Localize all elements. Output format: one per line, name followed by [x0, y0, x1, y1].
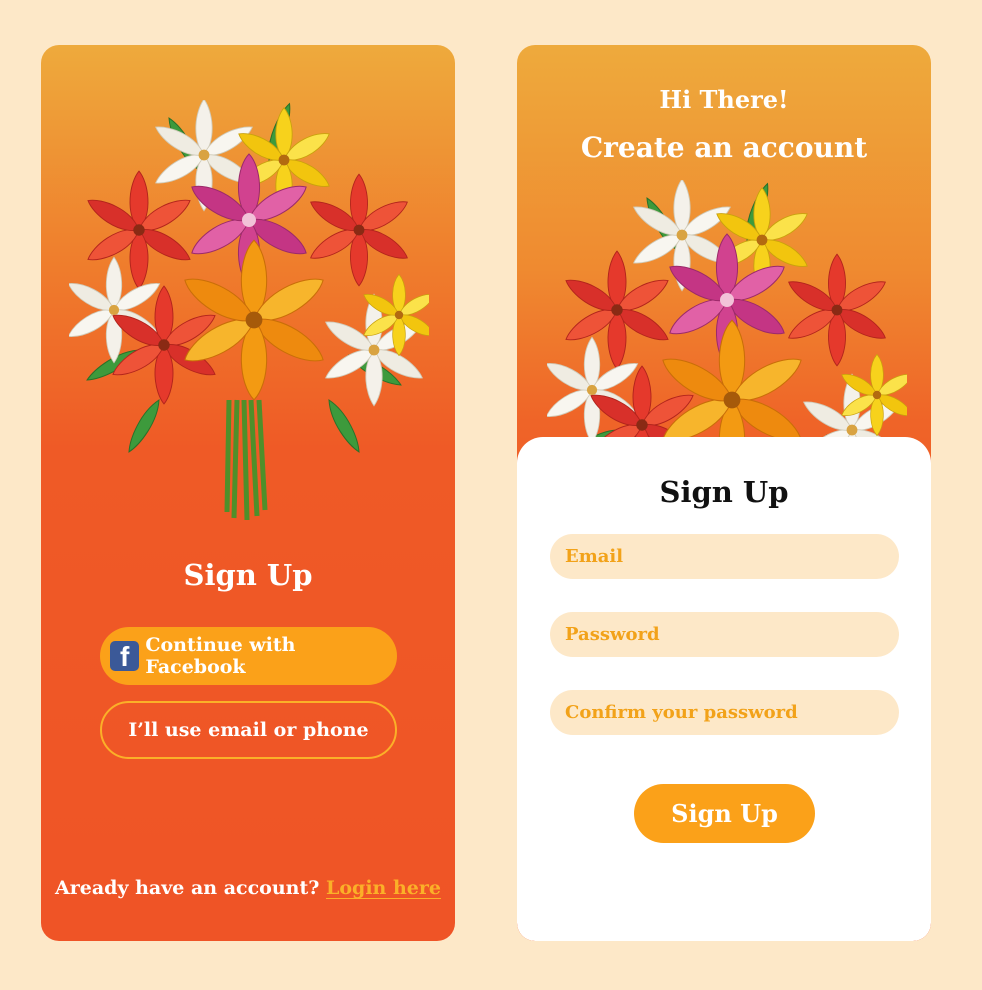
bouquet-illustration — [69, 100, 429, 525]
confirm-password-field[interactable] — [550, 690, 899, 735]
login-prompt: Aready have an account? Login here — [41, 877, 455, 899]
screen-title: Sign Up — [183, 558, 313, 592]
signup-form: Sign Up Sign Up — [517, 437, 931, 941]
facebook-icon: f — [110, 641, 140, 671]
greeting: Hi There! — [659, 85, 789, 114]
sign-up-button[interactable]: Sign Up — [634, 784, 815, 843]
form-title: Sign Up — [659, 475, 789, 509]
sign-up-button-label: Sign Up — [671, 799, 778, 828]
password-field[interactable] — [550, 612, 899, 657]
continue-with-facebook-button[interactable]: f Continue with Facebook — [100, 627, 397, 685]
email-field[interactable] — [550, 534, 899, 579]
facebook-button-label: Continue with Facebook — [145, 634, 296, 678]
email-phone-button-label: I’ll use email or phone — [128, 719, 369, 741]
create-account-screen: Hi There! Create an account Sign Up Sign… — [517, 45, 931, 941]
bouquet-illustration — [547, 180, 907, 480]
login-here-link[interactable]: Login here — [326, 877, 441, 899]
screen-subtitle: Create an account — [580, 131, 868, 164]
signup-intro-screen: Sign Up f Continue with Facebook I’ll us… — [41, 45, 455, 941]
login-prompt-text: Aready have an account? — [55, 877, 326, 899]
use-email-or-phone-button[interactable]: I’ll use email or phone — [100, 701, 397, 759]
